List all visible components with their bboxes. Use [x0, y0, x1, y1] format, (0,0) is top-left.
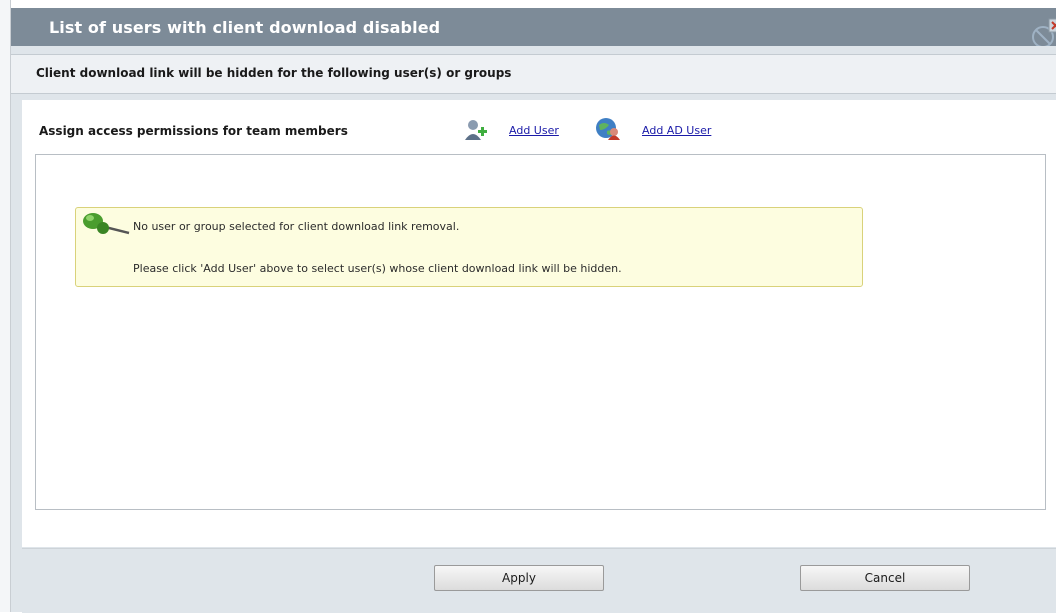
notice-message: No user or group selected for client dow… — [133, 220, 460, 233]
dialog-footer: Apply Cancel — [22, 548, 1056, 613]
user-add-icon[interactable] — [464, 119, 488, 145]
add-user-link[interactable]: Add User — [509, 124, 559, 137]
subheader-text: Client download link will be hidden for … — [36, 66, 512, 80]
empty-selection-notice: No user or group selected for client dow… — [75, 207, 863, 287]
close-icon[interactable] — [1030, 18, 1056, 48]
dialog-subheader: Client download link will be hidden for … — [11, 54, 1056, 94]
dialog-title: List of users with client download disab… — [49, 18, 441, 37]
cancel-button[interactable]: Cancel — [800, 565, 970, 591]
apply-button[interactable]: Apply — [434, 565, 604, 591]
assign-permissions-label: Assign access permissions for team membe… — [39, 124, 348, 138]
background-window-edge — [0, 0, 11, 612]
dialog-titlebar: List of users with client download disab… — [11, 8, 1056, 48]
ad-user-globe-icon[interactable] — [595, 117, 621, 145]
notice-instruction: Please click 'Add User' above to select … — [133, 262, 622, 275]
add-ad-user-link[interactable]: Add AD User — [642, 124, 711, 137]
pushpin-icon — [81, 207, 131, 245]
